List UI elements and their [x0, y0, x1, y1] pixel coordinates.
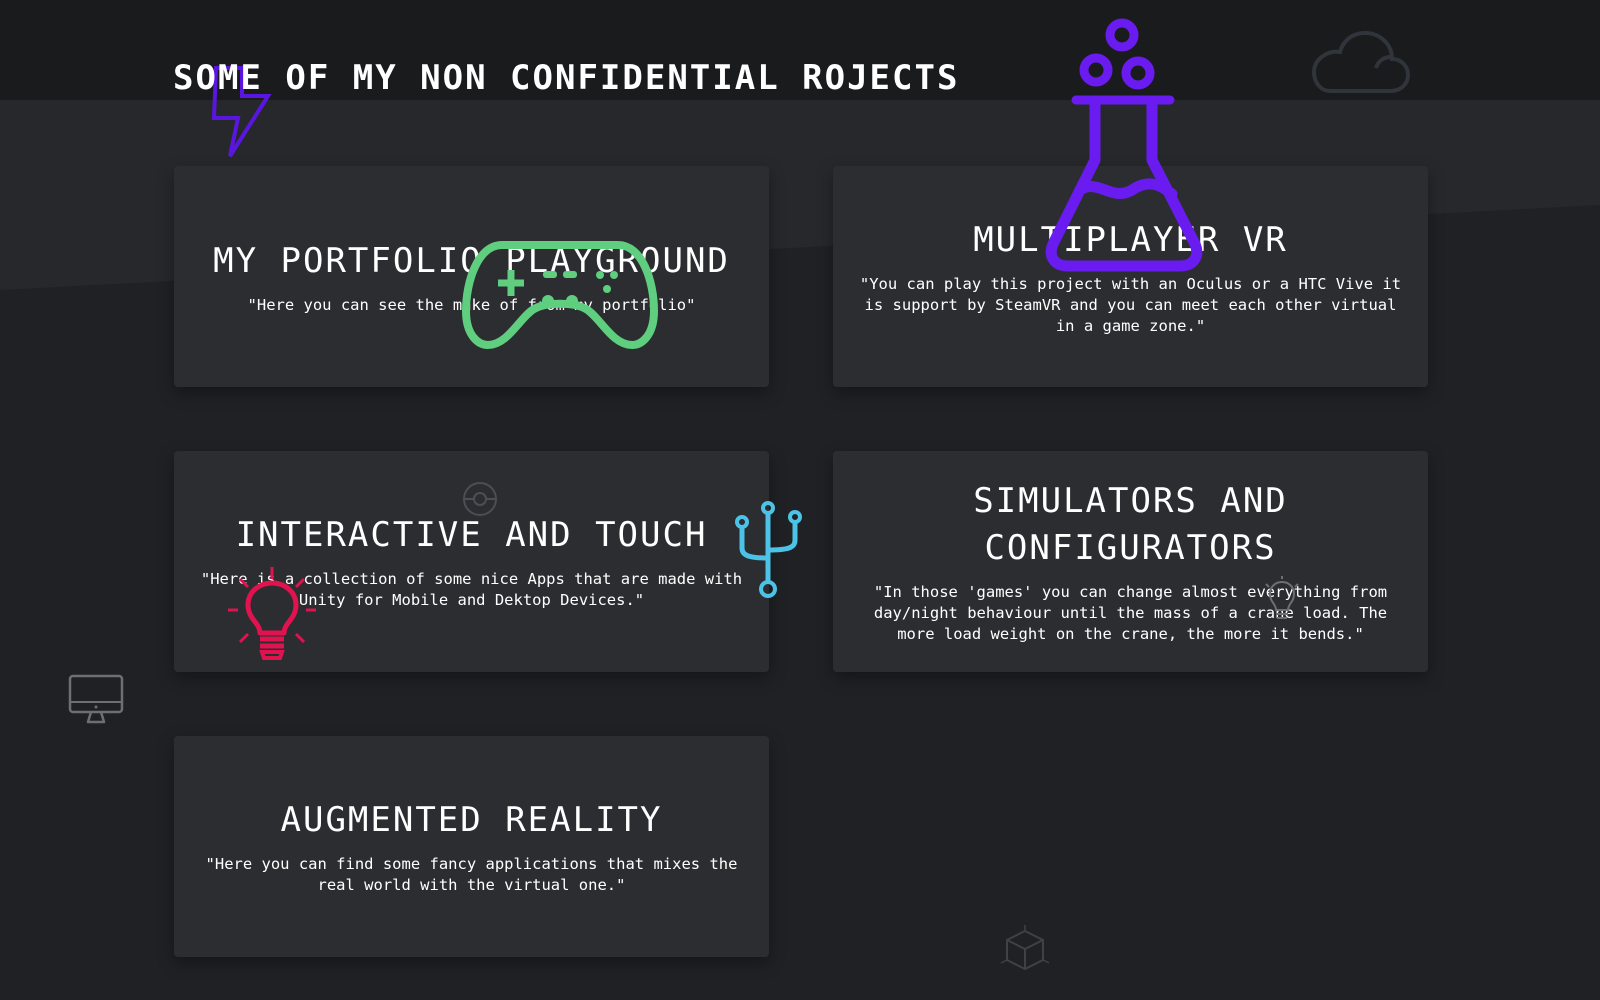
project-description: "Here you can find some fancy applicatio… — [205, 855, 738, 894]
project-title: INTERACTIVE AND TOUCH — [235, 515, 708, 555]
project-title: MULTIPLAYER VR — [973, 219, 1288, 260]
page-title: SOME OF MY NON CONFIDENTIAL ROJECTS — [173, 58, 960, 98]
project-card-multiplayer-vr[interactable]: MULTIPLAYER VR "You can play this projec… — [833, 166, 1428, 387]
project-description: "In those 'games' you can change almost … — [873, 583, 1388, 643]
project-title: MY PORTFOLIO PLAYGROUND — [213, 240, 730, 281]
project-card-augmented-reality[interactable]: AUGMENTED REALITY "Here you can find som… — [174, 736, 769, 957]
project-title: SIMULATORS AND CONFIGURATORS — [973, 481, 1288, 568]
project-card-interactive-and-touch[interactable]: INTERACTIVE AND TOUCH "Here is a collect… — [174, 451, 769, 672]
project-card-portfolio-playground[interactable]: MY PORTFOLIO PLAYGROUND "Here you can se… — [174, 166, 769, 387]
cube-icon — [1000, 925, 1050, 975]
monitor-icon — [68, 674, 124, 726]
project-description: "You can play this project with an Oculu… — [859, 274, 1402, 335]
project-description: "Here you can see the make of from my po… — [247, 295, 696, 314]
project-card-simulators-and-configurators[interactable]: SIMULATORS AND CONFIGURATORS "In those '… — [833, 451, 1428, 672]
project-description: "Here is a collection of some nice Apps … — [200, 570, 743, 609]
project-title: AUGMENTED REALITY — [280, 800, 663, 840]
